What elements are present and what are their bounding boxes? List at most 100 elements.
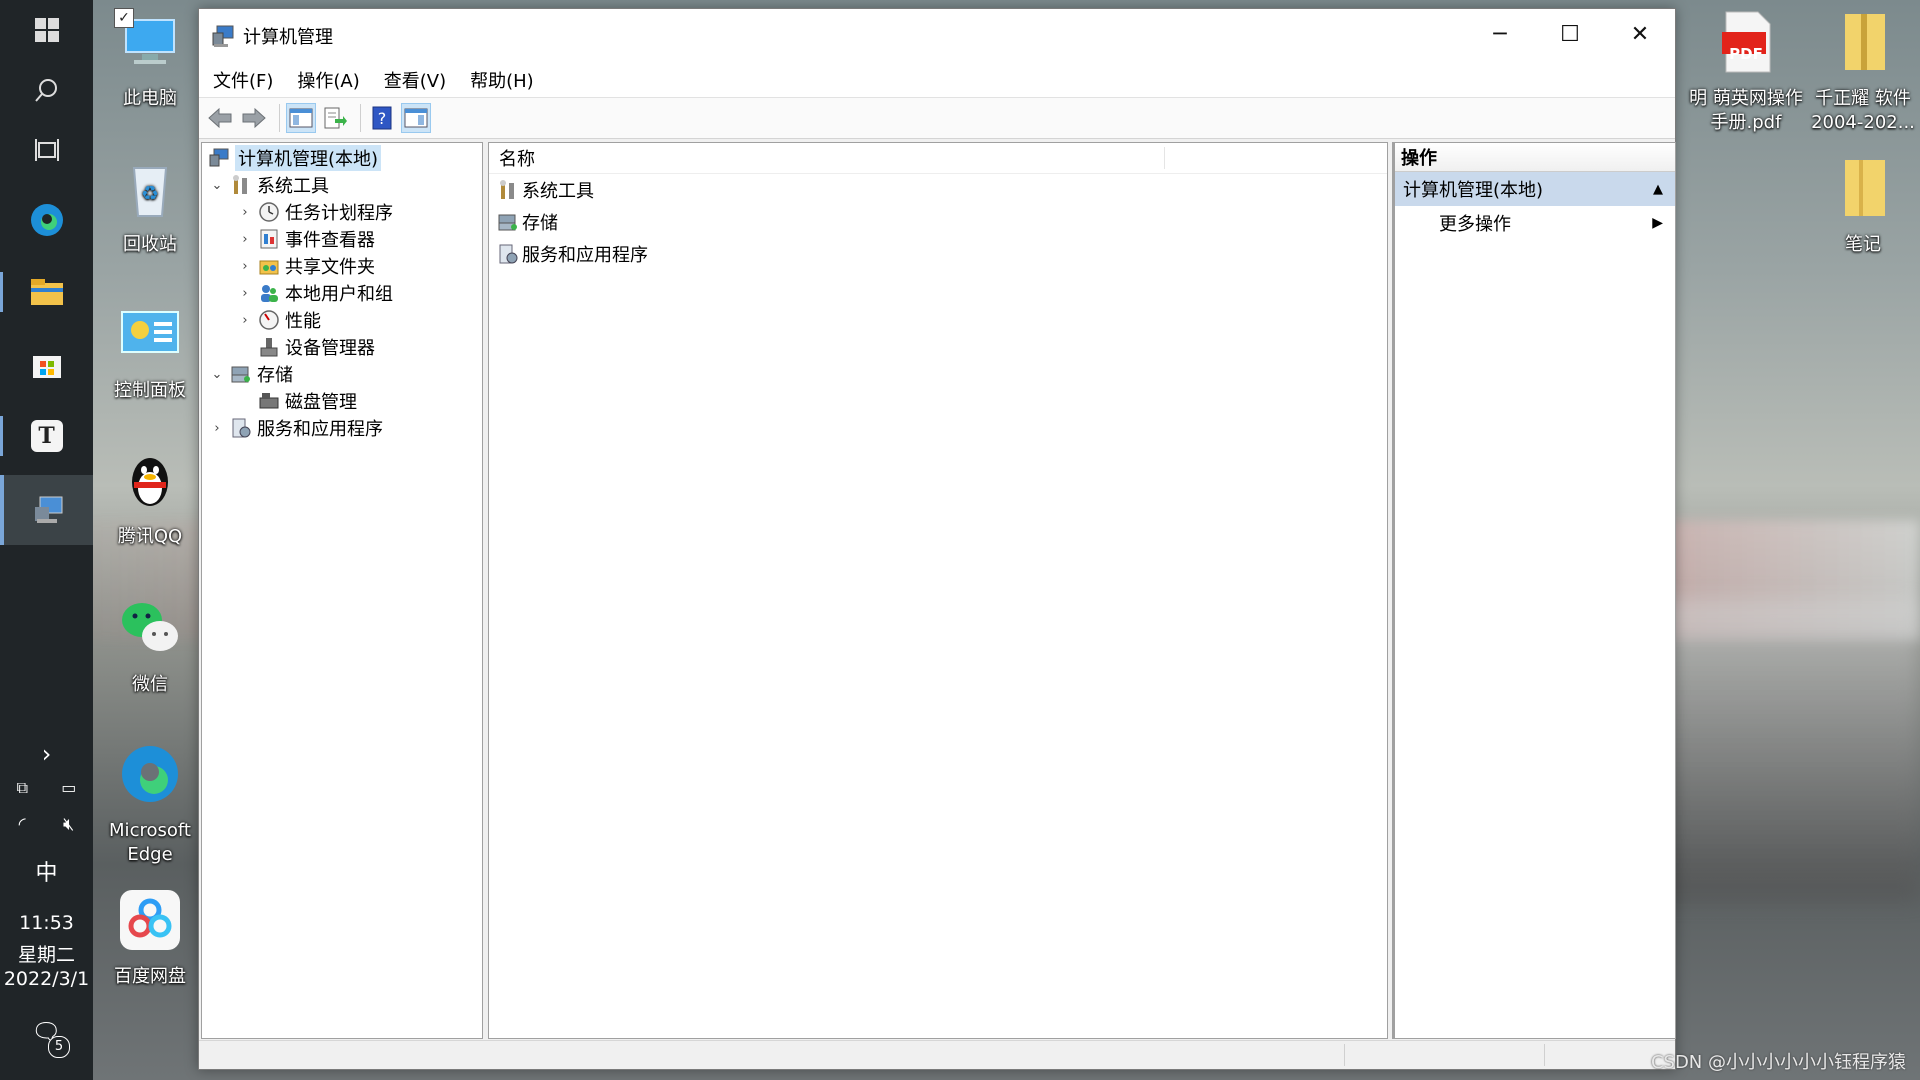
watermark-text: CSDN @小小小小小小钰程序猿 (1650, 1052, 1906, 1073)
wallpaper-streak-right (1650, 600, 1920, 900)
console-tree: 计算机管理(本地) ⌄ 系统工具 › 任务计划程序 › 事件查看器 › 共享文件… (201, 142, 483, 1039)
desktop-icon-label: 明 萌英网操作手册.pdf (1689, 88, 1803, 133)
tree-label: 设备管理器 (285, 338, 375, 359)
wifi-icon[interactable]: ◜ (19, 814, 26, 835)
taskbar-text-app[interactable]: T (0, 406, 93, 466)
taskbar: T › ⧉ ▭ ◜ 🔇︎ 中 11:53 星期二 2022/3/1 🗨︎ 5 (0, 0, 93, 1080)
clock-weekday[interactable]: 星期二 (0, 940, 93, 967)
folder-icon (1845, 14, 1885, 70)
tree-node-shared-folders[interactable]: › 共享文件夹 (236, 253, 375, 279)
show-hide-action-pane-button[interactable] (401, 103, 431, 133)
search-button[interactable] (0, 60, 93, 120)
tree-node-disk-management[interactable]: 磁盘管理 (254, 388, 357, 414)
column-header-name[interactable]: 名称 (489, 143, 1387, 174)
help-button[interactable]: ? (367, 103, 397, 133)
tree-node-local-users-groups[interactable]: › 本地用户和组 (236, 280, 393, 306)
desktop-icon-folder-notes[interactable]: 笔记 (1808, 156, 1918, 257)
back-button[interactable] (205, 103, 235, 133)
network-status-icon[interactable]: ⧉ (17, 778, 28, 798)
svg-text:♻: ♻ (141, 181, 159, 205)
taskbar-store[interactable] (0, 334, 93, 394)
menu-help[interactable]: 帮助(H) (470, 67, 534, 93)
desktop-icon-this-pc[interactable]: ✓ 此电脑 (100, 8, 200, 111)
tree-label: 任务计划程序 (285, 203, 393, 224)
taskbar-explorer[interactable] (0, 262, 93, 322)
task-view-icon (34, 139, 59, 161)
desktop-icon-control-panel[interactable]: 控制面板 (100, 302, 200, 403)
tree-node-performance[interactable]: › 性能 (236, 307, 321, 333)
close-button[interactable]: ✕ (1605, 9, 1675, 59)
clock-time[interactable]: 11:53 (0, 912, 93, 934)
actions-section-label: 计算机管理(本地) (1403, 180, 1544, 201)
store-icon (32, 356, 61, 378)
desktop-icon-pdf[interactable]: PDF 明 萌英网操作手册.pdf (1676, 10, 1816, 135)
clock-icon (259, 202, 279, 222)
desktop-icon-folder-software[interactable]: 千正耀 软件 2004-202... (1808, 10, 1918, 135)
menu-action[interactable]: 操作(A) (297, 67, 359, 93)
task-view-button[interactable] (0, 120, 93, 180)
tree-label: 计算机管理(本地) (235, 145, 382, 171)
tree-node-storage[interactable]: ⌄ 存储 (208, 361, 293, 387)
export-list-button[interactable] (320, 103, 350, 133)
expand-chevron-icon[interactable]: › (208, 421, 226, 436)
submenu-arrow-icon: ▶ (1652, 215, 1663, 231)
title-bar[interactable]: 计算机管理 ─ ☐ ✕ (199, 9, 1675, 63)
tree-node-event-viewer[interactable]: › 事件查看器 (236, 226, 375, 252)
desktop-icon-wechat[interactable]: 微信 (100, 596, 200, 697)
desktop-icon-baidu-netdisk[interactable]: 百度网盘 (100, 888, 200, 989)
users-group-icon (261, 285, 278, 302)
desktop-icon-recycle-bin[interactable]: ♻ 回收站 (100, 156, 200, 257)
desktop-icon-qq[interactable]: 腾讯QQ (100, 448, 200, 549)
tray-overflow-chevron[interactable]: › (0, 740, 93, 768)
expand-chevron-icon[interactable]: › (236, 232, 254, 247)
list-item-label: 系统工具 (522, 181, 594, 202)
tree-node-device-manager[interactable]: 设备管理器 (254, 334, 375, 360)
start-button[interactable] (0, 0, 93, 60)
menu-file[interactable]: 文件(F) (213, 67, 273, 93)
show-hide-console-tree-button[interactable] (286, 103, 316, 133)
desktop-icon-label: 千正耀 软件 2004-202... (1811, 88, 1915, 133)
taskbar-computer-management[interactable] (0, 475, 93, 545)
volume-muted-icon[interactable]: 🔇︎ (63, 814, 74, 835)
maximize-button[interactable]: ☐ (1535, 9, 1605, 59)
list-item-label: 存储 (522, 213, 558, 234)
recycle-bin-icon: ♻ (132, 167, 168, 217)
desktop-icon-label: 微信 (132, 674, 168, 695)
action-pane-icon (404, 108, 428, 128)
forward-button[interactable] (239, 103, 269, 133)
list-item-storage[interactable]: 存储 (489, 206, 1387, 238)
system-tools-icon (500, 180, 514, 199)
expand-chevron-icon[interactable]: › (236, 259, 254, 274)
actions-section-root[interactable]: 计算机管理(本地) ▲ (1395, 172, 1675, 206)
collapse-chevron-icon[interactable]: ⌄ (208, 367, 226, 382)
taskbar-edge[interactable] (0, 190, 93, 250)
desktop-icon-edge[interactable]: Microsoft Edge (100, 742, 200, 867)
qq-penguin-icon (132, 458, 168, 506)
list-item-system-tools[interactable]: 系统工具 (489, 174, 1387, 206)
forward-arrow-icon (242, 107, 266, 129)
clock-date[interactable]: 2022/3/1 (0, 968, 93, 990)
list-item-services-apps[interactable]: 服务和应用程序 (489, 238, 1387, 270)
tree-node-task-scheduler[interactable]: › 任务计划程序 (236, 199, 393, 225)
expand-chevron-icon[interactable]: › (236, 286, 254, 301)
collapse-triangle-icon[interactable]: ▲ (1653, 182, 1663, 197)
notification-count-badge: 5 (48, 1036, 70, 1058)
tree-label: 事件查看器 (285, 230, 375, 251)
expand-chevron-icon[interactable]: › (236, 205, 254, 220)
system-tools-icon (233, 175, 247, 194)
minimize-button[interactable]: ─ (1465, 9, 1535, 59)
tree-node-services-apps[interactable]: › 服务和应用程序 (208, 415, 383, 441)
ime-indicator[interactable]: 中 (0, 855, 93, 887)
battery-icon[interactable]: ▭ (61, 778, 76, 798)
tree-label: 本地用户和组 (285, 284, 393, 305)
menu-view[interactable]: 查看(V) (384, 67, 446, 93)
more-actions-item[interactable]: 更多操作 ▶ (1395, 206, 1675, 240)
tree-node-system-tools[interactable]: ⌄ 系统工具 (208, 172, 329, 198)
toolbar: ? (199, 97, 1675, 139)
collapse-chevron-icon[interactable]: ⌄ (208, 178, 226, 193)
column-separator[interactable] (1164, 147, 1165, 169)
tree-node-root[interactable]: 计算机管理(本地) (204, 145, 382, 171)
desktop-icon-label: 此电脑 (123, 88, 177, 109)
notification-center-button[interactable]: 🗨︎ 5 (0, 1018, 93, 1058)
expand-chevron-icon[interactable]: › (236, 313, 254, 328)
